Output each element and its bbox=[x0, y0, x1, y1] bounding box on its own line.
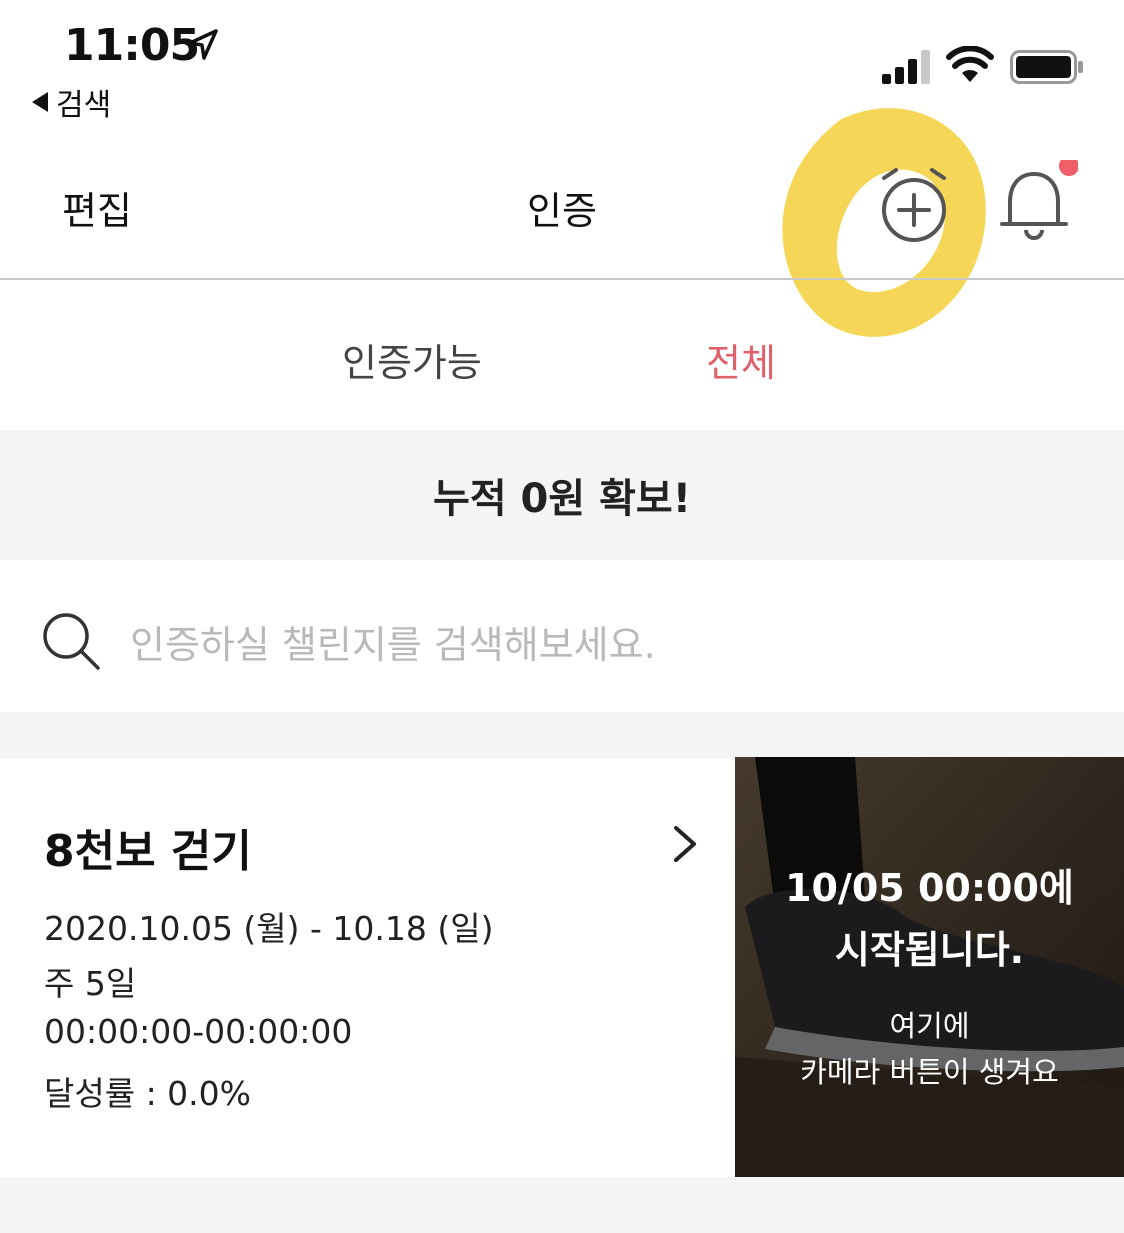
challenge-frequency: 주 5일 bbox=[44, 964, 137, 1003]
wifi-icon bbox=[946, 46, 994, 82]
back-to-search-button[interactable]: 검색 bbox=[32, 80, 111, 124]
nav-divider bbox=[0, 278, 1124, 280]
alarm-plus-icon[interactable] bbox=[872, 162, 956, 246]
search-icon[interactable] bbox=[40, 610, 104, 674]
tab-all[interactable]: 전체 bbox=[706, 332, 776, 387]
challenge-title[interactable]: 8천보 걷기 bbox=[44, 815, 252, 879]
signal-icon bbox=[882, 50, 930, 84]
accumulated-text: 누적 0원 확보! bbox=[433, 476, 691, 522]
search-input[interactable]: 인증하실 챌린지를 검색해보세요. bbox=[130, 614, 656, 669]
camera-hint-line2: 카메라 버튼이 생겨요 bbox=[800, 1055, 1059, 1089]
start-notice-line2: 시작됩니다. bbox=[834, 928, 1025, 972]
back-label: 검색 bbox=[56, 88, 112, 123]
status-time: 11:05 bbox=[64, 20, 200, 71]
notification-badge bbox=[1059, 160, 1078, 176]
section-separator bbox=[0, 712, 1124, 758]
tab-available[interactable]: 인증가능 bbox=[342, 332, 482, 387]
challenge-period: 2020.10.05 (월) - 10.18 (일) bbox=[44, 909, 494, 948]
location-arrow-icon bbox=[188, 29, 218, 60]
camera-hint-line1: 여기에 bbox=[889, 1009, 970, 1043]
back-triangle-icon bbox=[32, 92, 48, 112]
start-notice-line1: 10/05 00:00에 bbox=[785, 866, 1074, 910]
challenge-time-range: 00:00:00-00:00:00 bbox=[44, 1012, 353, 1051]
start-notice: 10/05 00:00에 시작됩니다. bbox=[735, 857, 1124, 981]
chevron-right-icon[interactable] bbox=[664, 822, 704, 866]
battery-icon bbox=[1010, 50, 1083, 84]
bell-icon[interactable] bbox=[998, 160, 1078, 244]
section-separator-bottom bbox=[0, 1177, 1124, 1233]
challenge-achievement: 달성률 : 0.0% bbox=[44, 1074, 252, 1113]
challenge-thumbnail[interactable]: 10/05 00:00에 시작됩니다. 여기에 카메라 버튼이 생겨요 bbox=[735, 757, 1124, 1177]
accumulated-banner: 누적 0원 확보! bbox=[0, 430, 1124, 560]
camera-hint: 여기에 카메라 버튼이 생겨요 bbox=[735, 1003, 1124, 1095]
